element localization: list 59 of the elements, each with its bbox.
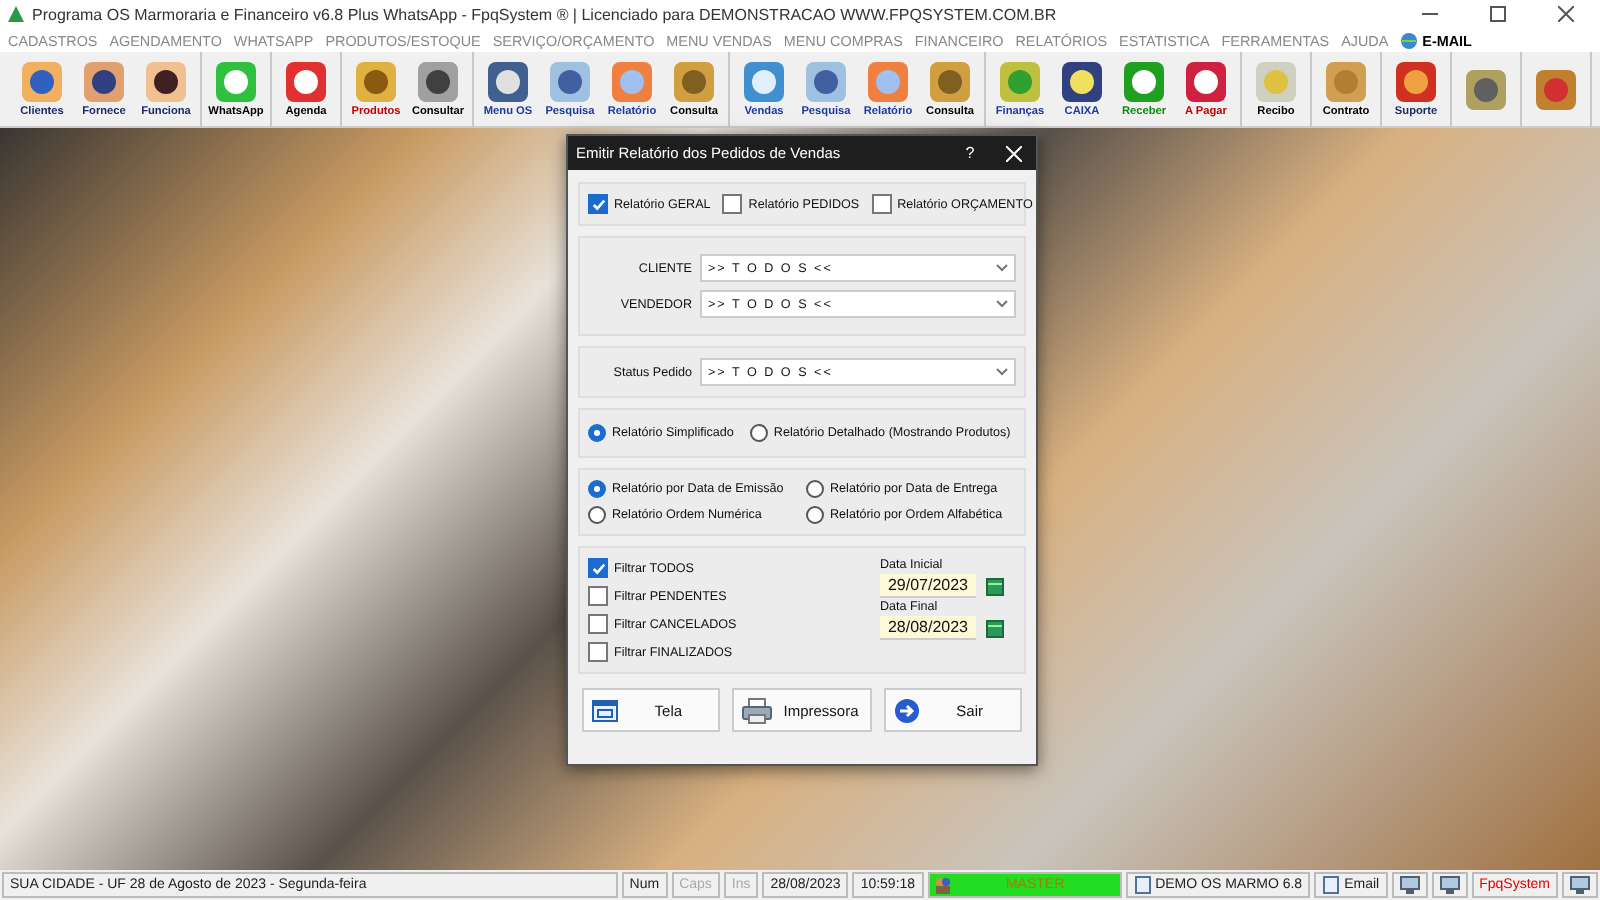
radio-button[interactable] bbox=[588, 424, 606, 442]
radio-button[interactable] bbox=[588, 506, 606, 524]
app-icon bbox=[1324, 60, 1368, 104]
radio-button[interactable] bbox=[749, 424, 768, 442]
checkbox[interactable] bbox=[588, 558, 608, 578]
app-icon bbox=[548, 60, 592, 104]
globe-icon bbox=[1400, 31, 1419, 49]
checkbox[interactable] bbox=[588, 614, 608, 634]
help-button[interactable]: ? bbox=[948, 144, 992, 162]
checkbox[interactable] bbox=[588, 194, 608, 214]
computer-icon bbox=[1570, 876, 1590, 894]
close-icon[interactable] bbox=[1558, 6, 1574, 22]
app-icon bbox=[928, 60, 972, 104]
radio-button[interactable] bbox=[588, 480, 606, 498]
computer-icon bbox=[1439, 876, 1460, 894]
document-icon bbox=[1133, 876, 1152, 894]
radio-button[interactable] bbox=[806, 506, 824, 524]
checkbox[interactable] bbox=[588, 586, 608, 606]
app-icon bbox=[20, 60, 64, 104]
maximize-icon[interactable] bbox=[1490, 6, 1506, 22]
app-icon bbox=[742, 60, 786, 104]
checkbox[interactable] bbox=[588, 642, 608, 662]
app-icon bbox=[1184, 60, 1228, 104]
app-icon bbox=[610, 60, 654, 104]
app-icon bbox=[1060, 60, 1104, 104]
app-icon bbox=[1394, 60, 1438, 104]
app-icon bbox=[486, 60, 530, 104]
app-icon bbox=[1534, 67, 1578, 111]
app-icon bbox=[354, 60, 398, 104]
app-icon bbox=[866, 60, 910, 104]
chevron-icon bbox=[996, 300, 1008, 308]
document-icon bbox=[1322, 876, 1341, 894]
radio-button[interactable] bbox=[806, 480, 824, 498]
date-field[interactable]: 28/08/2023 bbox=[880, 616, 976, 640]
chevron-icon bbox=[996, 264, 1008, 272]
app-icon bbox=[284, 60, 328, 104]
checkbox[interactable] bbox=[722, 194, 743, 214]
users-icon bbox=[933, 876, 952, 894]
arrow-icon bbox=[893, 697, 920, 723]
computer-icon bbox=[1399, 876, 1420, 894]
app-icon bbox=[804, 60, 848, 104]
calendar-icon[interactable] bbox=[986, 577, 1004, 595]
calendar-icon[interactable] bbox=[986, 619, 1004, 637]
app-icon bbox=[416, 60, 460, 104]
app-icon bbox=[144, 60, 188, 104]
app-icon bbox=[82, 60, 126, 104]
app-icon bbox=[672, 60, 716, 104]
window-icon bbox=[592, 699, 618, 721]
date-field[interactable]: 29/07/2023 bbox=[880, 574, 976, 598]
app-logo-icon bbox=[6, 4, 26, 24]
printer-icon bbox=[742, 697, 773, 723]
chevron-icon bbox=[996, 368, 1008, 376]
checkbox[interactable] bbox=[871, 194, 892, 214]
app-icon bbox=[1122, 60, 1166, 104]
app-icon bbox=[998, 60, 1042, 104]
window-title: Programa OS Marmoraria e Financeiro v6.8 Plus WhatsApp - FpqSystem ® | Licenciado para DEMONSTRACAO WWW.FPQSYSTEM.COM.BR bbox=[32, 5, 1059, 23]
app-icon bbox=[1464, 67, 1508, 111]
app-icon bbox=[1254, 60, 1298, 104]
app-icon bbox=[214, 60, 258, 104]
